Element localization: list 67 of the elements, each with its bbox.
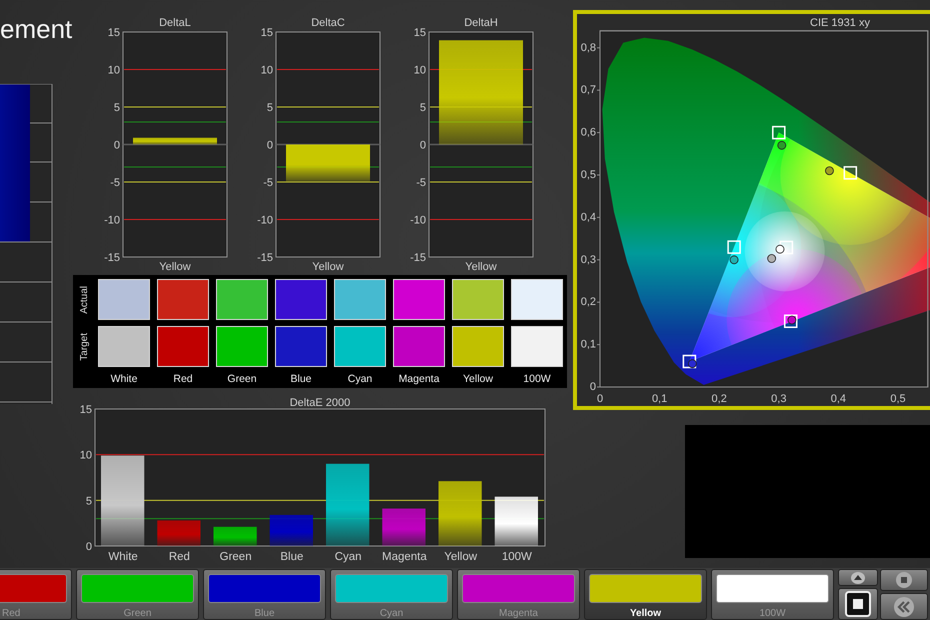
chart-title: DeltaC (311, 17, 345, 29)
category-label: Yellow (444, 551, 478, 563)
chart-title: DeltaE 2000 (290, 397, 350, 409)
chart-title: DeltaH (464, 17, 498, 29)
axis-tick-label: 0 (590, 381, 596, 393)
swatch-label: 100W (522, 373, 552, 385)
axis-tick-label: 10 (108, 64, 120, 76)
chart-title: CIE 1931 xy (810, 17, 870, 29)
axis-tick-label: 0 (86, 541, 92, 553)
axis-tick-label: 0,3 (580, 254, 596, 266)
axis-tick-label: -15 (257, 252, 273, 264)
axis-tick-label: 0 (114, 140, 120, 152)
axis-tick-label: 5 (114, 102, 120, 114)
swatch-label: Yellow (462, 373, 494, 385)
axis-tick-label: 0,4 (830, 393, 846, 405)
axis-tick-label: 10 (260, 64, 273, 76)
row-label: Actual (78, 286, 90, 314)
axis-tick-label: -15 (410, 252, 426, 264)
axis-tick-label: 5 (266, 102, 273, 114)
axis-tick-label: 0,2 (712, 393, 727, 405)
axis-tick-label: 0,2 (580, 296, 596, 308)
axis-tick-label: 0,6 (580, 126, 596, 139)
category-label: Red (168, 551, 190, 563)
category-label: Blue (280, 551, 304, 563)
category-label: White (108, 551, 138, 563)
swatch-label: Green (226, 373, 258, 385)
category-label: Yellow (465, 261, 497, 273)
axis-tick-label: 0 (420, 140, 426, 152)
category-label: Cyan (334, 551, 362, 563)
axis-tick-label: 0,8 (580, 42, 596, 54)
swatch-label: Red (172, 373, 194, 385)
page-title: ement (0, 13, 73, 44)
swatch-label: Magenta (398, 373, 440, 385)
row-label: Target (78, 332, 90, 360)
axis-tick-label: 0,1 (580, 338, 596, 351)
axis-tick-label: 10 (80, 450, 92, 462)
axis-tick-label: 15 (108, 27, 120, 39)
category-label: Green (220, 551, 252, 563)
axis-tick-label: 5 (86, 495, 92, 508)
swatch-label: Blue (289, 373, 312, 385)
axis-tick-label: 15 (414, 27, 426, 39)
axis-tick-label: -10 (410, 214, 426, 226)
category-label: Yellow (312, 261, 344, 273)
axis-tick-label: 10 (414, 64, 426, 76)
category-label: Yellow (159, 261, 191, 273)
swatch-label: Cyan (346, 373, 374, 385)
axis-tick-label: -10 (104, 214, 120, 226)
axis-tick-label: 15 (80, 404, 92, 416)
axis-tick-label: -5 (110, 177, 120, 189)
axis-tick-label: 0 (266, 140, 273, 152)
axis-tick-label: 0,5 (580, 169, 596, 181)
axis-tick-label: 0,1 (652, 393, 668, 405)
axis-tick-label: 0,7 (580, 84, 596, 96)
axis-tick-label: -5 (263, 177, 273, 189)
chart-title: DeltaL (159, 17, 191, 29)
axis-tick-label: 15 (260, 27, 273, 39)
axis-tick-label: -10 (257, 214, 273, 226)
axis-tick-label: 0,5 (890, 393, 906, 405)
axis-tick-label: 5 (420, 102, 426, 114)
axis-tick-label: 0,3 (771, 393, 786, 405)
axis-tick-label: 0,4 (580, 211, 596, 224)
swatch-label: White (110, 373, 138, 385)
axis-tick-label: -15 (104, 252, 120, 264)
axis-tick-label: -5 (416, 177, 426, 189)
category-label: 100W (502, 551, 532, 563)
axis-tick-label: 0 (596, 393, 604, 405)
category-label: Magenta (382, 551, 427, 563)
